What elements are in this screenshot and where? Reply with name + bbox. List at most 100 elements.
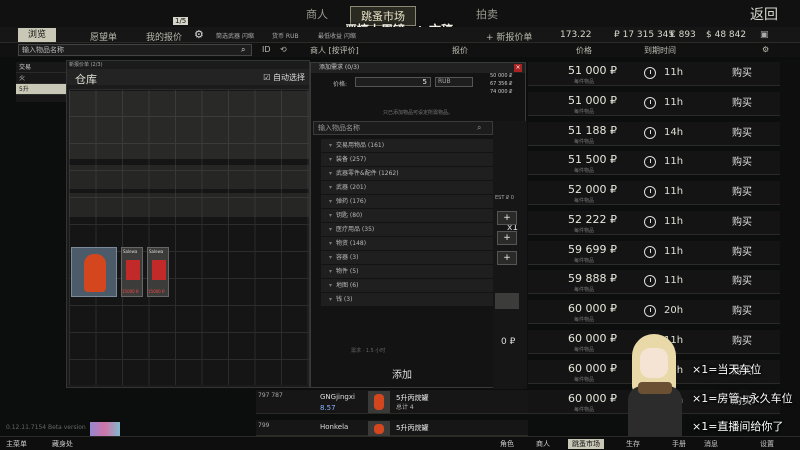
seller-rating: 8.57 — [320, 404, 336, 412]
category-item[interactable]: ▾ 钱 (3) — [321, 293, 497, 306]
col-trader[interactable]: 商人 [按评价] — [310, 45, 359, 56]
offer-row: 60 000 ₽每件物品20h购买 — [528, 300, 780, 324]
buy-button[interactable]: 购买 — [704, 181, 780, 205]
version-label: 0.12.11.7154 Beta version — [6, 424, 86, 431]
add-requirement-button[interactable]: + — [497, 231, 517, 245]
col-price[interactable]: 价格 — [576, 45, 592, 56]
category-item[interactable]: ▾ 物件 (5) — [321, 265, 497, 278]
filter-tag[interactable]: 最低收益 闪缩 — [318, 31, 356, 40]
search-input[interactable]: 输入物品名称 — [18, 44, 252, 56]
buy-button[interactable]: 购买 — [704, 151, 780, 175]
expand-strip[interactable] — [780, 60, 800, 436]
col-expiry[interactable]: 到期时间 — [644, 45, 676, 56]
clock-icon — [644, 127, 656, 139]
messages-button[interactable]: 消息 — [704, 439, 718, 449]
settings-button[interactable]: 设置 — [760, 439, 774, 449]
seller-row[interactable]: 797 787 GNGjingxi 8.57 5升丙烷罐 总计 4 — [256, 390, 528, 414]
offer-row: 52 000 ₽ 每件物品 11h 购买 — [528, 181, 780, 205]
category-sidebar: 交易 火 5升 — [16, 62, 68, 102]
auto-select-checkbox[interactable]: ☑ 自动选择 — [263, 72, 305, 83]
category-list: ▾ 交易用物品 (161) ▾ 装备 (257) ▾ 武器零件&配件 (1262) ▾… — [321, 139, 497, 307]
offer-row: 52 222 ₽ 每件物品 11h 购买 — [528, 211, 780, 235]
buy-button[interactable]: 购买 — [704, 300, 780, 324]
sidebar-item-propane[interactable]: 5升 — [16, 84, 68, 95]
clock-icon — [644, 186, 656, 198]
propane-tank-item[interactable] — [71, 247, 117, 297]
pack-icon — [126, 260, 140, 280]
requirement-slot[interactable] — [495, 293, 519, 309]
category-item[interactable]: ▾ 交易用物品 (161) — [321, 139, 497, 152]
category-item[interactable]: ▾ 装备 (257) — [321, 153, 497, 166]
main-menu-button[interactable]: 主菜单 — [6, 439, 27, 449]
buy-button[interactable]: 购买 — [704, 330, 780, 354]
traders-button[interactable]: 商人 — [536, 439, 550, 449]
id-label[interactable]: ID — [262, 45, 271, 54]
hideout-button[interactable]: 藏身处 — [52, 439, 73, 449]
clock-icon — [644, 216, 656, 228]
clock-icon — [644, 275, 656, 287]
settings-icon[interactable]: ⚙ — [762, 45, 769, 54]
inventory-item[interactable]: Salewa 15000 ₽ — [121, 247, 143, 297]
inventory-item[interactable]: Salewa 15000 ₽ — [147, 247, 169, 297]
overlay-text: ×1=房管+永久车位 — [692, 392, 793, 405]
add-button[interactable]: 添加 — [311, 365, 493, 387]
add-requirement-button[interactable]: + — [497, 211, 517, 225]
wallet-icon: ▣ — [760, 30, 769, 40]
search-icon[interactable]: ⌕ — [241, 45, 245, 55]
item-name: Salewa — [149, 249, 164, 254]
price-input[interactable]: 5 — [355, 77, 431, 87]
character-button[interactable]: 角色 — [500, 439, 514, 449]
tab-browse[interactable]: 浏览 — [18, 28, 57, 42]
buy-button[interactable]: 购买 — [704, 122, 780, 146]
add-requirement-button[interactable]: + — [497, 251, 517, 265]
market-subbar: 浏览 愿望单 我的报价 1/5 ⚙ 筒选武器 闪缩 货币 RUB 最低收益 闪缩… — [0, 17, 800, 43]
filter-tag[interactable]: 筒选武器 闪缩 — [216, 31, 254, 40]
clock-icon — [644, 97, 656, 109]
seller-row[interactable]: 799 Honkela 5升丙烷罐 — [256, 420, 528, 436]
category-item[interactable]: ▾ 武器 (201) — [321, 181, 497, 194]
stash-grid[interactable]: Salewa 15000 ₽ Salewa 15000 ₽ — [69, 89, 309, 385]
seller-level: 799 — [258, 422, 270, 429]
item-total: 总计 4 — [396, 404, 414, 411]
add-offer-button[interactable]: + 新报价单 — [486, 30, 532, 43]
price-label: 价格: — [333, 81, 348, 88]
category-item[interactable]: ▾ 物资 (148) — [321, 237, 497, 250]
buy-button[interactable]: 购买 — [704, 211, 780, 235]
buy-button[interactable]: 购买 — [704, 62, 780, 86]
stash-panel: 新报价单 (2/3) 仓库 ☑ 自动选择 Salewa 15000 ₽ Sale… — [66, 60, 310, 388]
sidebar-item-fire[interactable]: 火 — [16, 73, 68, 84]
gear-icon[interactable]: ⚙ — [194, 28, 204, 41]
stash-row-filled — [69, 91, 309, 159]
category-item[interactable]: ▾ 医疗用品 (35) — [321, 223, 497, 236]
category-item[interactable]: ▾ 地图 (6) — [321, 279, 497, 292]
seller-name[interactable]: Honkela — [320, 423, 348, 431]
close-icon[interactable]: × — [514, 64, 522, 72]
category-item[interactable]: ▾ 钥匙 (80) — [321, 209, 497, 222]
offer-row: 51 000 ₽ 每件物品 11h 购买 — [528, 62, 780, 86]
col-offer[interactable]: 报价 — [452, 45, 468, 56]
buy-button[interactable]: 购买 — [704, 241, 780, 265]
estimate-label: EST ₽ 0 — [495, 195, 514, 201]
flea-market-button[interactable]: 跳蚤市场 — [568, 439, 604, 449]
back-button[interactable]: 返回 — [750, 4, 778, 24]
tab-traders[interactable]: 商人 — [306, 6, 328, 22]
tab-wishlist[interactable]: 愿望单 — [90, 30, 117, 43]
dialog-search-input[interactable]: 输入物品名称 — [313, 121, 493, 135]
filter-tag[interactable]: 货币 RUB — [272, 31, 299, 40]
offer-row: 59 699 ₽ 每件物品 11h 购买 — [528, 241, 780, 265]
buy-button[interactable]: 购买 — [704, 270, 780, 294]
handbook-button[interactable]: 手册 — [672, 439, 686, 449]
currency-select[interactable]: RUB — [435, 77, 473, 87]
stash-title: 仓库 — [75, 73, 97, 86]
seller-name[interactable]: GNGjingxi — [320, 393, 355, 401]
category-item[interactable]: ▾ 弹药 (176) — [321, 195, 497, 208]
category-item[interactable]: ▾ 容器 (3) — [321, 251, 497, 264]
refresh-icon[interactable]: ⟲ — [280, 45, 287, 54]
search-icon[interactable]: ⌕ — [477, 123, 481, 133]
tab-auction[interactable]: 拍卖 — [476, 6, 498, 22]
sidebar-item-trade[interactable]: 交易 — [16, 62, 68, 73]
tab-my-offers[interactable]: 我的报价 — [146, 30, 182, 43]
survival-button[interactable]: 生存 — [626, 439, 640, 449]
buy-button[interactable]: 购买 — [704, 92, 780, 116]
category-item[interactable]: ▾ 武器零件&配件 (1262) — [321, 167, 497, 180]
